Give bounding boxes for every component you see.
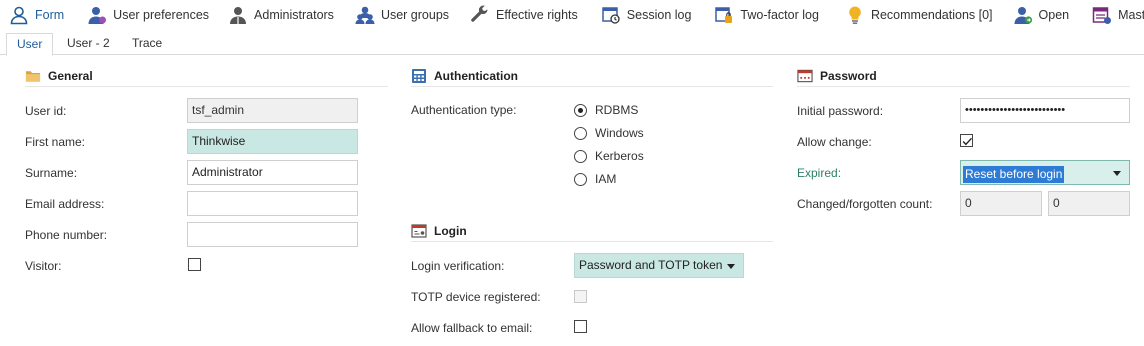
phone-label: Phone number: (25, 228, 108, 242)
administrator-icon (228, 5, 248, 25)
initial-password-label: Initial password: (797, 104, 884, 118)
radio-option-label: Windows (595, 126, 644, 140)
allow-fallback-checkbox[interactable] (574, 320, 587, 333)
tab-user-label: User (17, 37, 43, 51)
toolbar-master-data[interactable]: Master data (1086, 0, 1144, 30)
toolbar-user-preferences[interactable]: User preferences (81, 0, 214, 30)
toolbar-two-factor-log[interactable]: Two-factor log (708, 0, 824, 30)
forgotten-count-field[interactable]: 0 (1048, 191, 1130, 216)
user-groups-icon (355, 5, 375, 25)
login-verification-select[interactable]: Password and TOTP token (574, 253, 744, 278)
user-form-icon (9, 5, 29, 25)
tab-user-2-label: User - 2 (67, 36, 110, 50)
master-data-icon (1092, 5, 1112, 25)
tab-trace-label: Trace (132, 36, 163, 50)
login-section-header: Login (411, 220, 773, 242)
login-verification-label: Login verification: (411, 259, 505, 273)
allow-fallback-label: Allow fallback to email: (411, 321, 533, 335)
expired-label: Expired: (797, 166, 842, 180)
radio-option-kerberos[interactable]: Kerberos (574, 146, 644, 166)
allow-change-label: Allow change: (797, 135, 872, 149)
login-window-icon (411, 223, 427, 239)
expired-select[interactable]: Reset before login (960, 160, 1130, 185)
radio-button[interactable] (574, 172, 587, 186)
radio-option-label: RDBMS (595, 103, 639, 117)
login-verification-value: Password and TOTP token (579, 258, 723, 272)
phone-field[interactable] (187, 222, 358, 247)
toolbar-form-label: Form (35, 8, 65, 22)
calculator-icon (411, 68, 427, 84)
wrench-icon (470, 5, 490, 25)
toolbar-master-data-label: Master data (1118, 8, 1144, 22)
email-field[interactable] (187, 191, 358, 216)
surname-field[interactable]: Administrator (187, 160, 358, 185)
toolbar-form[interactable]: Form (0, 0, 69, 30)
totp-registered-checkbox (574, 290, 587, 303)
tab-user[interactable]: User (6, 33, 54, 56)
changed-count-field[interactable]: 0 (960, 191, 1042, 216)
password-section-header: Password (797, 65, 1130, 87)
toolbar-administrators[interactable]: Administrators (222, 0, 339, 30)
open-user-icon (1013, 5, 1033, 25)
two-factor-log-icon (714, 5, 734, 25)
user-preferences-icon (87, 5, 107, 25)
toolbar-two-factor-log-label: Two-factor log (740, 8, 819, 22)
toolbar-user-preferences-label: User preferences (113, 8, 210, 22)
visitor-checkbox[interactable] (188, 258, 201, 271)
user-id-label: User id: (25, 104, 67, 118)
toolbar-effective-rights[interactable]: Effective rights (464, 0, 583, 30)
general-section-title: General (48, 68, 93, 83)
tab-user-2[interactable]: User - 2 (57, 33, 120, 55)
toolbar-user-groups-label: User groups (380, 8, 450, 22)
authentication-type-label: Authentication type: (411, 103, 517, 117)
changed-forgotten-label: Changed/forgotten count: (797, 197, 933, 211)
toolbar: Form User preferences Administrators Use… (0, 0, 1144, 30)
email-label: Email address: (25, 197, 105, 211)
allow-change-checkbox[interactable] (960, 134, 973, 147)
tab-bar: User User - 2 Trace (0, 30, 1144, 56)
expired-value: Reset before login (963, 166, 1065, 183)
radio-button[interactable] (574, 149, 587, 163)
authentication-section-header: Authentication (411, 65, 773, 87)
chevron-down-icon (727, 264, 735, 269)
radio-option-label: Kerberos (595, 149, 644, 163)
toolbar-effective-rights-label: Effective rights (496, 8, 578, 22)
general-section-header: General (25, 65, 388, 87)
toolbar-session-log-label: Session log (626, 8, 692, 22)
radio-button[interactable] (574, 103, 587, 117)
radio-option-label: IAM (595, 172, 617, 186)
toolbar-recommendations-label: Recommendations [0] (870, 8, 993, 22)
lightbulb-icon (845, 5, 865, 25)
visitor-label: Visitor: (25, 259, 62, 273)
toolbar-session-log[interactable]: Session log (595, 0, 697, 30)
surname-label: Surname: (25, 166, 78, 180)
toolbar-open-label: Open (1038, 8, 1070, 22)
radio-button[interactable] (574, 126, 587, 140)
authentication-section-title: Authentication (434, 68, 518, 83)
toolbar-open[interactable]: Open (1007, 0, 1075, 30)
user-id-field[interactable]: tsf_admin (187, 98, 358, 123)
totp-registered-label: TOTP device registered: (411, 290, 541, 304)
radio-option-rdbms[interactable]: RDBMS (574, 100, 638, 120)
password-icon (797, 68, 813, 84)
toolbar-recommendations[interactable]: Recommendations [0] (839, 0, 998, 30)
folder-icon (25, 68, 41, 84)
first-name-label: First name: (25, 135, 86, 149)
initial-password-field[interactable]: •••••••••••••••••••••••••• (960, 98, 1130, 123)
radio-option-iam[interactable]: IAM (574, 169, 616, 189)
session-log-icon (601, 5, 621, 25)
login-section-title: Login (434, 223, 467, 238)
tab-trace[interactable]: Trace (122, 33, 172, 55)
checkmark-icon (962, 137, 973, 146)
password-section-title: Password (820, 68, 877, 83)
toolbar-user-groups[interactable]: User groups (349, 0, 454, 30)
toolbar-administrators-label: Administrators (254, 8, 334, 22)
radio-option-windows[interactable]: Windows (574, 123, 644, 143)
chevron-down-icon (1113, 171, 1121, 176)
first-name-field[interactable]: Thinkwise (187, 129, 358, 154)
